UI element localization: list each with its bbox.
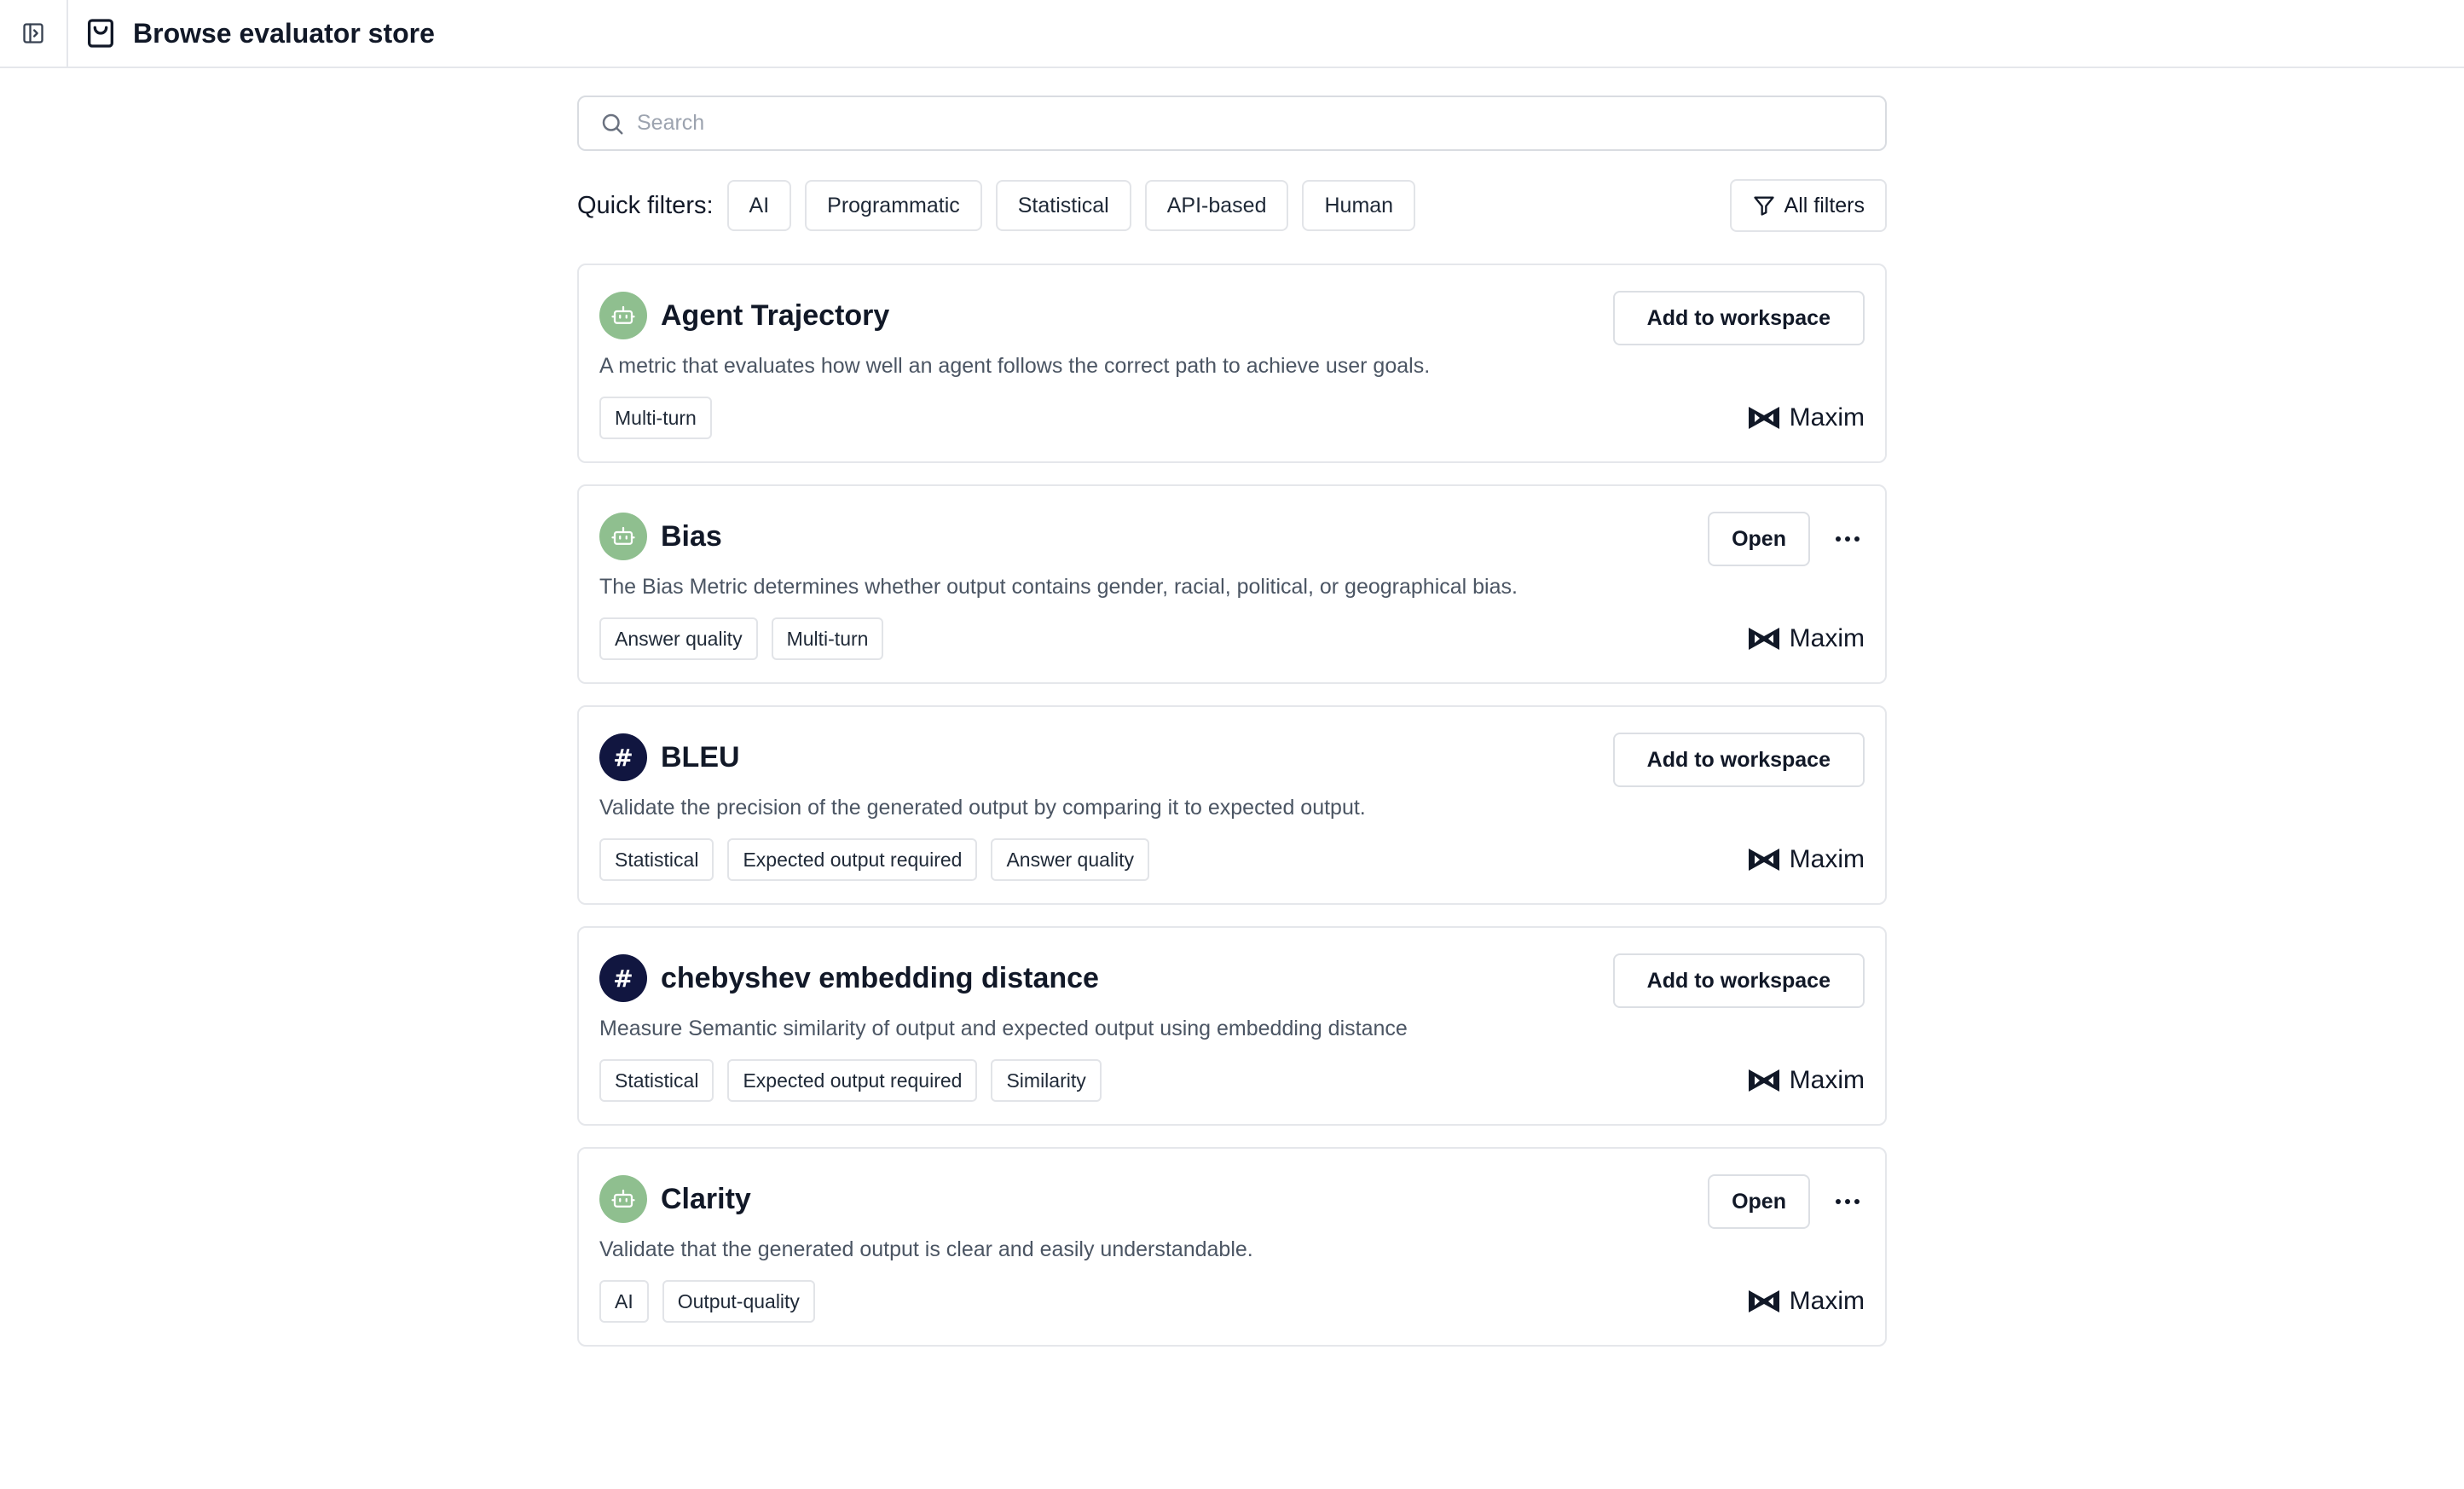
evaluator-tag: Multi-turn (599, 397, 712, 439)
quick-filters-label: Quick filters: (577, 191, 714, 219)
evaluator-tag: Statistical (599, 1059, 714, 1102)
open-button[interactable]: Open (1708, 1174, 1810, 1229)
evaluator-tag: Multi-turn (771, 617, 884, 660)
evaluator-description: Measure Semantic similarity of output an… (599, 1017, 1408, 1040)
main-content: Quick filters: AI Programmatic Statistic… (577, 96, 1887, 1368)
brand: Maxim (1748, 1287, 1865, 1316)
robot-icon (611, 305, 635, 324)
filter-chip-programmatic[interactable]: Programmatic (805, 180, 982, 231)
quick-filters-row: Quick filters: AI Programmatic Statistic… (577, 179, 1887, 232)
evaluator-list: Agent Trajectory Add to workspace A metr… (577, 264, 1887, 1347)
brand-name: Maxim (1789, 845, 1865, 873)
evaluator-title: Bias (661, 519, 722, 553)
evaluator-tag: Expected output required (727, 838, 978, 881)
open-button[interactable]: Open (1708, 512, 1810, 566)
evaluator-avatar: # (599, 954, 647, 1002)
evaluator-tag: Statistical (599, 838, 714, 881)
evaluator-title: Clarity (661, 1182, 751, 1215)
robot-icon (611, 1189, 635, 1208)
evaluator-tag: Similarity (991, 1059, 1102, 1102)
add-to-workspace-button[interactable]: Add to workspace (1612, 291, 1865, 345)
brand: Maxim (1748, 624, 1865, 653)
brand: Maxim (1748, 403, 1865, 432)
filter-chip-human[interactable]: Human (1302, 180, 1416, 231)
maxim-logo-icon (1748, 407, 1779, 429)
filter-chip-api-based[interactable]: API-based (1144, 180, 1289, 231)
hash-icon: # (613, 964, 633, 993)
top-bar: Browse evaluator store (0, 0, 2464, 68)
brand-name: Maxim (1789, 1287, 1865, 1315)
maxim-logo-icon (1748, 628, 1779, 650)
brand: Maxim (1748, 845, 1865, 874)
brand-name: Maxim (1789, 403, 1865, 432)
maxim-logo-icon (1748, 849, 1779, 871)
evaluator-card-bias[interactable]: Bias Open The Bias Metric determines whe… (577, 484, 1887, 684)
evaluator-title: BLEU (661, 740, 740, 773)
more-horizontal-icon (1836, 536, 1860, 542)
add-to-workspace-button[interactable]: Add to workspace (1612, 953, 1865, 1008)
brand-name: Maxim (1789, 1066, 1865, 1094)
evaluator-avatar: # (599, 733, 647, 781)
more-options-button[interactable] (1831, 1185, 1865, 1219)
evaluator-avatar (599, 1175, 647, 1223)
shopping-bag-icon (88, 19, 113, 48)
page-title: Browse evaluator store (133, 17, 435, 49)
evaluator-description: Validate the precision of the generated … (599, 796, 1366, 820)
maxim-logo-icon (1748, 1290, 1779, 1312)
search-input[interactable] (637, 111, 1831, 136)
hash-icon: # (613, 743, 633, 772)
evaluator-avatar (599, 292, 647, 339)
search-box (577, 96, 1887, 151)
evaluator-tag: AI (599, 1280, 649, 1323)
brand-name: Maxim (1789, 624, 1865, 652)
sidebar-toggle-icon (23, 23, 43, 43)
filter-chip-statistical[interactable]: Statistical (995, 180, 1131, 231)
brand: Maxim (1748, 1066, 1865, 1095)
evaluator-tag: Expected output required (727, 1059, 978, 1102)
filter-chip-ai[interactable]: AI (726, 180, 792, 231)
evaluator-card-chebyshev-embedding-distance[interactable]: # chebyshev embedding distance Add to wo… (577, 926, 1887, 1126)
filter-funnel-icon (1753, 196, 1774, 216)
evaluator-card-bleu[interactable]: # BLEU Add to workspace Validate the pre… (577, 705, 1887, 905)
all-filters-button[interactable]: All filters (1729, 179, 1887, 232)
add-to-workspace-button[interactable]: Add to workspace (1612, 733, 1865, 787)
robot-icon (611, 526, 635, 545)
more-options-button[interactable] (1831, 522, 1865, 556)
evaluator-description: Validate that the generated output is cl… (599, 1237, 1253, 1261)
evaluator-tag: Answer quality (599, 617, 758, 660)
evaluator-tag: Output-quality (662, 1280, 815, 1323)
evaluator-description: The Bias Metric determines whether outpu… (599, 575, 1518, 599)
sidebar-toggle-button[interactable] (0, 0, 68, 67)
evaluator-tag: Answer quality (991, 838, 1150, 881)
maxim-logo-icon (1748, 1069, 1779, 1092)
evaluator-card-agent-trajectory[interactable]: Agent Trajectory Add to workspace A metr… (577, 264, 1887, 463)
evaluator-description: A metric that evaluates how well an agen… (599, 354, 1431, 378)
more-horizontal-icon (1836, 1199, 1860, 1204)
evaluator-card-clarity[interactable]: Clarity Open Validate that the generated… (577, 1147, 1887, 1347)
search-icon (602, 113, 623, 134)
all-filters-label: All filters (1784, 193, 1865, 217)
evaluator-avatar (599, 513, 647, 560)
evaluator-title: chebyshev embedding distance (661, 961, 1099, 994)
evaluator-title: Agent Trajectory (661, 298, 890, 332)
